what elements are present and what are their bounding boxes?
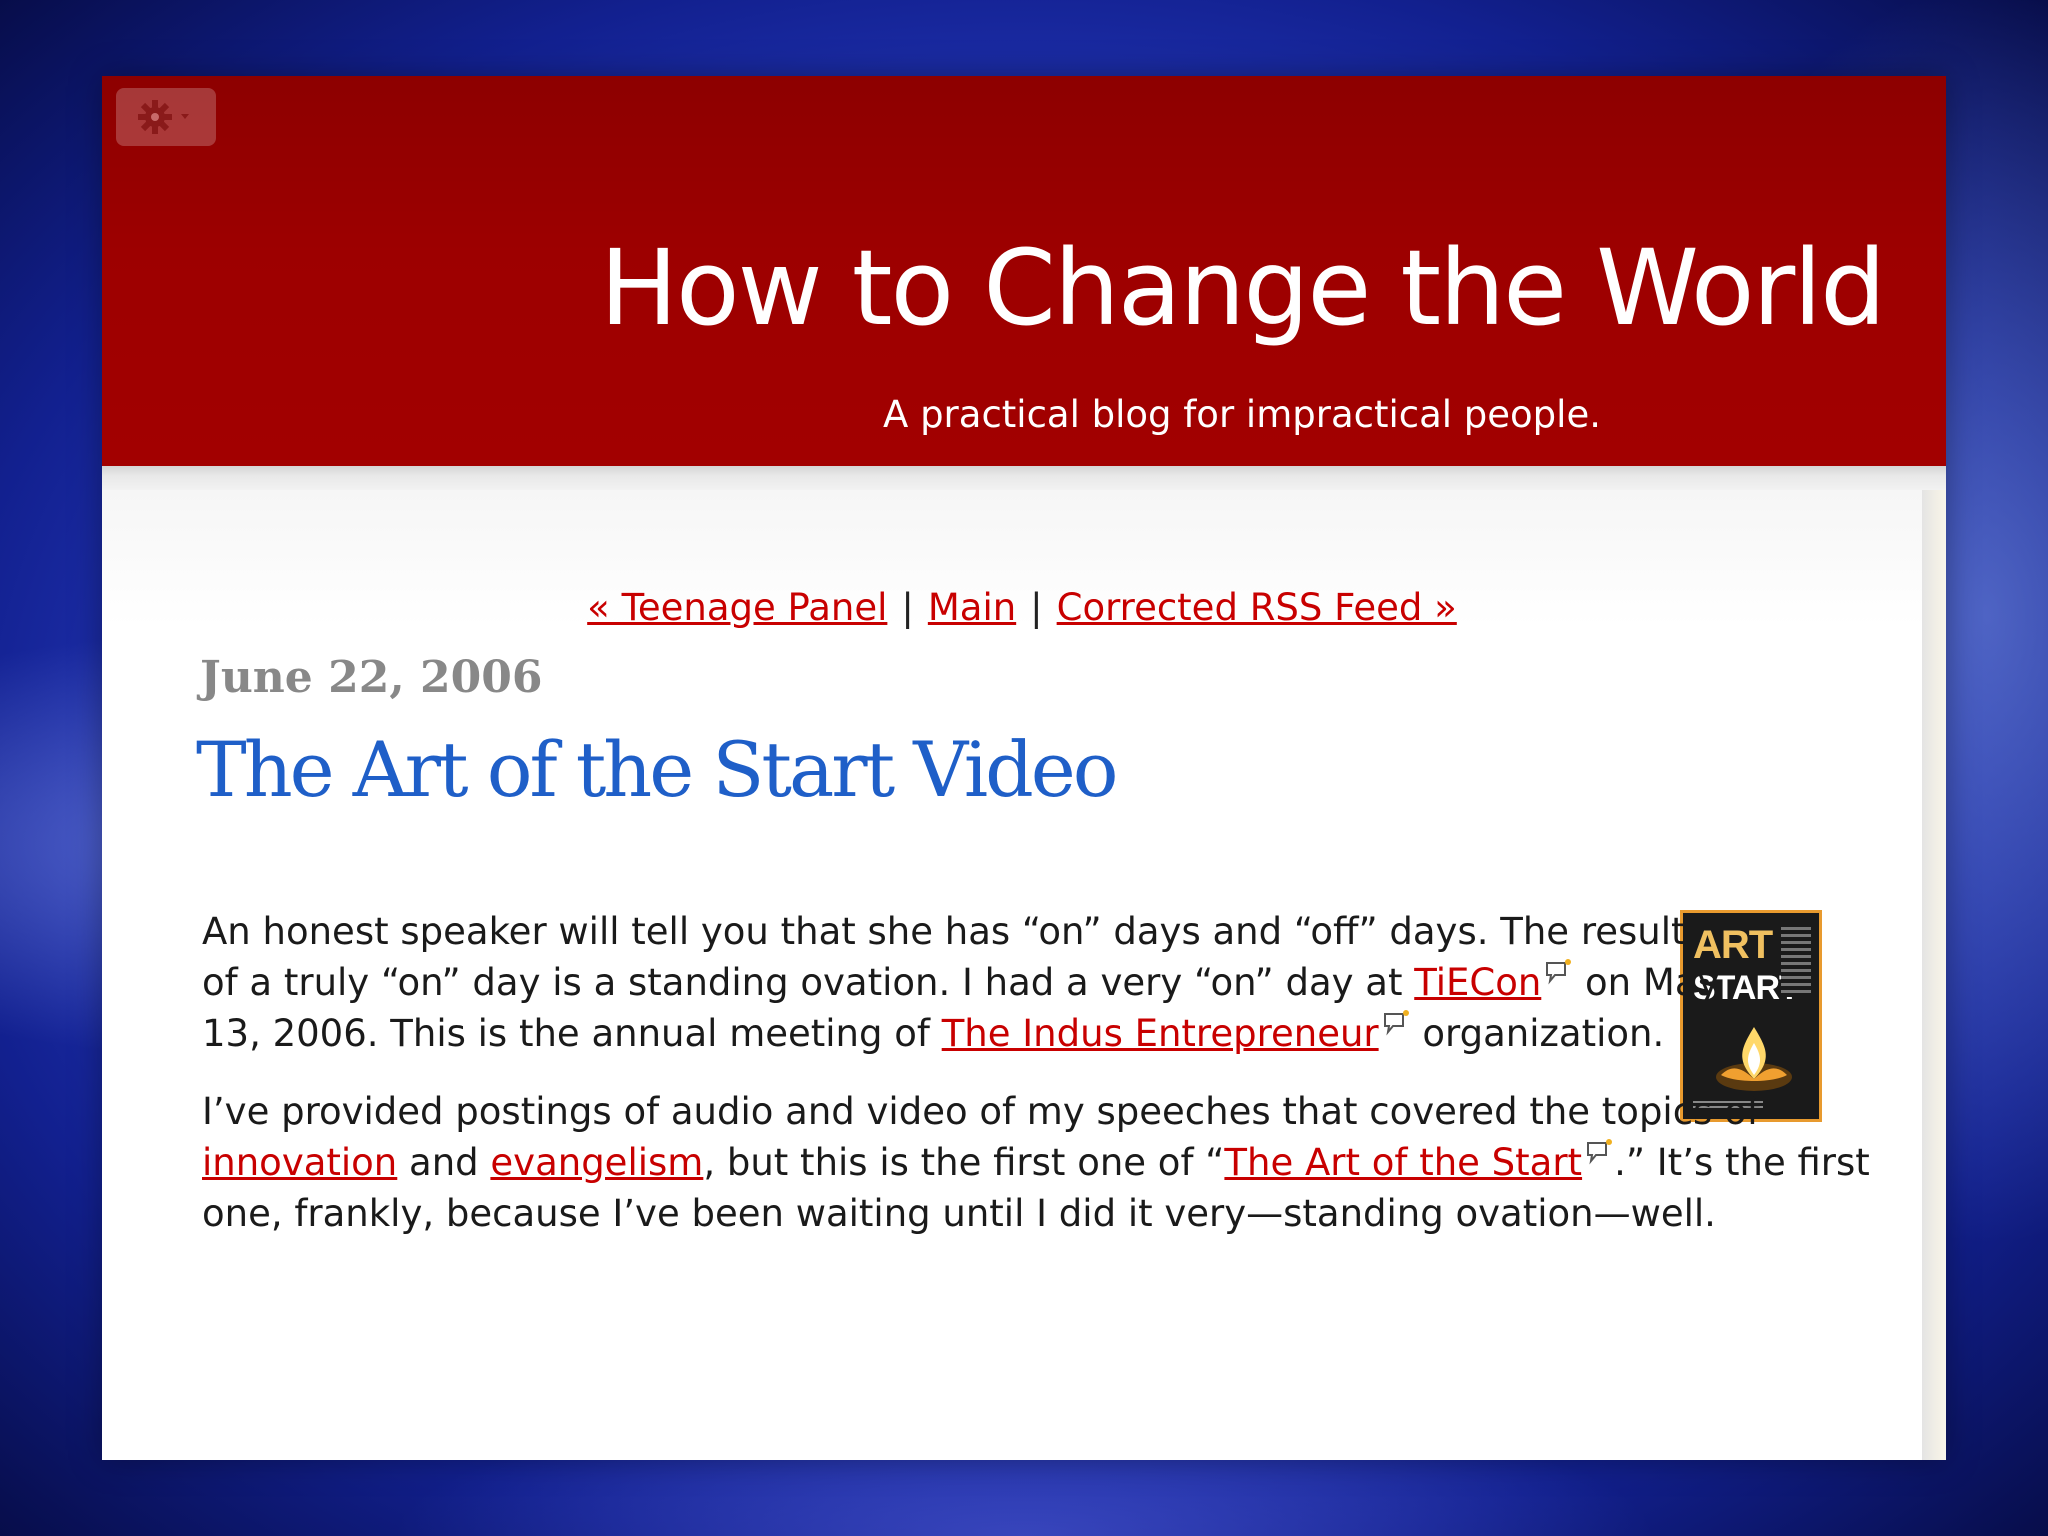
post-navigation: « Teenage Panel | Main | Corrected RSS Feed … [502,586,1542,630]
site-title: How to Change the World [599,227,1886,349]
post-body: An honest speaker will tell you that she… [202,906,1932,1239]
nav-separator: | [1030,586,1043,629]
previous-post-link[interactable]: « Teenage Panel [587,586,887,629]
speech-bubble-icon [1543,957,1573,987]
tiecon-link[interactable]: TiECon [1414,959,1573,1004]
chevron-down-icon [181,114,189,119]
main-link[interactable]: Main [928,586,1016,629]
art-of-the-start-link[interactable]: The Art of the Start [1224,1139,1614,1184]
art-of-the-start-link-label: The Art of the Start [1224,1141,1583,1184]
post-paragraph: An honest speaker will tell you that she… [202,906,1732,1059]
paragraph-text: I’ve provided postings of audio and vide… [202,1090,1760,1133]
speech-bubble-icon [1381,1008,1411,1038]
indus-entrepreneur-link[interactable]: The Indus Entrepreneur [941,1010,1411,1055]
paragraph-text: , but this is the first one of “ [703,1141,1225,1184]
speech-bubble-icon [1584,1137,1614,1167]
post-paragraph: I’ve provided postings of audio and vide… [202,1086,1922,1239]
post-date: June 22, 2006 [200,652,543,703]
innovation-link[interactable]: innovation [202,1141,397,1184]
nav-separator: | [901,586,914,629]
content-right-edge [1922,490,1946,1460]
indus-entrepreneur-link-label: The Indus Entrepreneur [941,1012,1379,1055]
evangelism-link[interactable]: evangelism [490,1141,703,1184]
gear-icon [135,97,197,137]
blog-header: How to Change the World A practical blog… [102,76,1946,466]
header-divider [102,466,1946,490]
settings-gear-button[interactable] [116,88,216,146]
main-content: « Teenage Panel | Main | Corrected RSS Feed … [102,490,1922,1460]
paragraph-text: organization. [1410,1012,1665,1055]
tiecon-link-label: TiECon [1414,961,1542,1004]
post-title: The Art of the Start Video [196,725,1119,814]
browser-window: How to Change the World A practical blog… [102,76,1946,1460]
paragraph-text: and [397,1141,491,1184]
next-post-link[interactable]: Corrected RSS Feed » [1057,586,1457,629]
site-tagline: A practical blog for impractical people. [883,393,1601,436]
